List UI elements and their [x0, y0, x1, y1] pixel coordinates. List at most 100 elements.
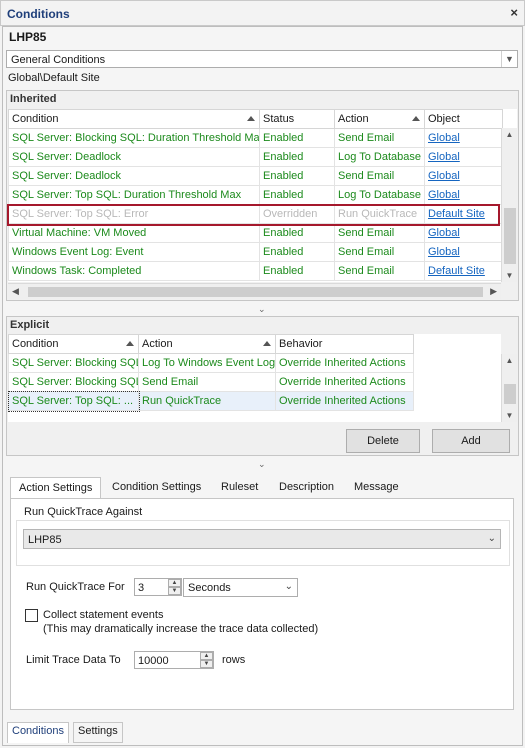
object-link[interactable]: Global [428, 151, 460, 163]
collect-events-checkbox[interactable] [25, 609, 38, 622]
object-link[interactable]: Global [428, 189, 460, 201]
run-against-value: LHP85 [28, 534, 62, 546]
tab-condition-settings[interactable]: Condition Settings [104, 478, 209, 496]
cell-status: Enabled [259, 185, 335, 205]
tab-ruleset[interactable]: Ruleset [213, 478, 266, 496]
cell-status: Enabled [259, 261, 335, 281]
spin-down-icon[interactable]: ▼ [200, 660, 213, 668]
chevron-down-icon[interactable]: ⌄ [488, 533, 496, 544]
run-for-unit-select[interactable]: Seconds ⌄ [183, 578, 298, 597]
explicit-col-behavior[interactable]: Behavior [275, 334, 414, 354]
cell-object: Global [424, 147, 503, 167]
tab-settings[interactable]: Settings [73, 722, 123, 743]
cell-object: Global [424, 242, 503, 262]
cell-object: Global [424, 223, 503, 243]
cell-condition: SQL Server: Blocking SQL [8, 372, 139, 392]
cell-behavior: Override Inherited Actions [275, 353, 414, 373]
cell-action: Send Email [334, 261, 425, 281]
object-link[interactable]: Global [428, 246, 460, 258]
run-for-label: Run QuickTrace For [26, 581, 125, 593]
table-row[interactable]: SQL Server: Blocking SQL Send Email Overri… [8, 372, 414, 392]
scroll-up-icon[interactable]: ▲ [502, 130, 517, 139]
scroll-left-icon[interactable]: ◀ [12, 286, 19, 297]
category-select[interactable]: General Conditions ▼ [6, 50, 518, 68]
table-row[interactable]: Virtual Machine: VM Moved Enabled Send Ema… [8, 223, 503, 243]
close-icon[interactable]: × [510, 5, 518, 20]
inherited-col-object[interactable]: Object [424, 109, 503, 129]
object-link[interactable]: Global [428, 227, 460, 239]
table-row[interactable]: Windows Task: Completed Enabled Send Email… [8, 261, 503, 281]
column-label: Status [263, 113, 295, 125]
inherited-vscrollbar[interactable]: ▲ ▼ [501, 128, 517, 282]
scroll-down-icon[interactable]: ▼ [502, 411, 517, 420]
explicit-vscrollbar[interactable]: ▲ ▼ [501, 354, 517, 422]
object-link[interactable]: Default Site [428, 265, 485, 277]
explicit-col-action[interactable]: Action [138, 334, 276, 354]
inherited-col-action[interactable]: Action [334, 109, 425, 129]
scroll-thumb[interactable] [504, 208, 516, 264]
chevron-down-icon[interactable]: ⌄ [285, 581, 293, 592]
scroll-right-icon[interactable]: ▶ [490, 286, 497, 297]
limit-unit: rows [222, 654, 246, 666]
cell-action: Log To Windows Event Log [138, 353, 276, 373]
splitter-grip-icon[interactable]: ⌄ [258, 304, 266, 315]
sort-up-icon [126, 341, 134, 346]
cell-object: Global [424, 166, 503, 186]
run-for-stepper[interactable]: 3 ▲ ▼ [134, 578, 182, 596]
table-row[interactable]: SQL Server: Deadlock Enabled Send Email Glo… [8, 166, 503, 186]
table-row[interactable]: SQL Server: Deadlock Enabled Log To Databa… [8, 147, 503, 167]
column-label: Condition [12, 113, 59, 125]
scroll-down-icon[interactable]: ▼ [502, 271, 517, 280]
cell-action: Log To Database [334, 147, 425, 167]
explicit-label: Explicit [10, 319, 50, 331]
collect-events-label: Collect statement events [43, 609, 164, 621]
table-row[interactable]: SQL Server: Top SQL: ... Run QuickTrace Ov… [8, 390, 414, 412]
delete-button[interactable]: Delete [346, 429, 420, 453]
add-button[interactable]: Add [432, 429, 510, 453]
cell-condition: SQL Server: Deadlock [8, 147, 260, 167]
cell-condition: SQL Server: Blocking SQL [8, 353, 139, 373]
table-row[interactable]: SQL Server: Top SQL: Duration Threshold … [8, 185, 503, 205]
inherited-col-status[interactable]: Status [259, 109, 335, 129]
explicit-col-condition[interactable]: Condition [8, 334, 139, 354]
sort-up-icon [263, 341, 271, 346]
sort-up-icon [412, 116, 420, 121]
spin-up-icon[interactable]: ▲ [168, 579, 181, 587]
cell-action: Log To Database [334, 185, 425, 205]
category-select-value: General Conditions [11, 54, 106, 66]
object-link[interactable]: Global [428, 170, 460, 182]
cell-behavior: Override Inherited Actions [275, 372, 414, 392]
column-label: Action [338, 113, 369, 125]
inherited-col-condition[interactable]: Condition [8, 109, 260, 129]
table-row[interactable]: SQL Server: Blocking SQL: Duration Thres… [8, 128, 503, 148]
table-row[interactable]: Windows Event Log: Event Enabled Send Emai… [8, 242, 503, 262]
explicit-header-row: Condition Action Behavior [8, 334, 414, 354]
cell-condition: SQL Server: Top SQL: Duration Threshold … [8, 185, 260, 205]
scroll-thumb[interactable] [28, 287, 483, 297]
inherited-label: Inherited [10, 93, 57, 105]
tab-action-settings[interactable]: Action Settings [10, 477, 102, 499]
object-link[interactable]: Global [428, 132, 460, 144]
run-for-value: 3 [138, 582, 145, 594]
limit-stepper[interactable]: 10000 ▲ ▼ [134, 651, 214, 669]
scroll-thumb[interactable] [504, 384, 516, 404]
chevron-down-icon[interactable]: ▼ [501, 51, 517, 67]
tab-conditions[interactable]: Conditions [7, 722, 69, 743]
table-row[interactable]: SQL Server: Blocking SQL Log To Windows E… [8, 353, 414, 373]
scroll-up-icon[interactable]: ▲ [502, 356, 517, 365]
cell-status: Enabled [259, 223, 335, 243]
tab-description[interactable]: Description [271, 478, 342, 496]
cell-status: Enabled [259, 147, 335, 167]
column-label: Object [428, 113, 460, 125]
cell-action: Send Email [334, 166, 425, 186]
limit-value: 10000 [138, 655, 169, 667]
run-against-select[interactable]: LHP85 ⌄ [23, 529, 501, 549]
spin-down-icon[interactable]: ▼ [168, 587, 181, 595]
splitter-grip-icon[interactable]: ⌄ [258, 459, 266, 470]
tab-message[interactable]: Message [346, 478, 407, 496]
spin-up-icon[interactable]: ▲ [200, 652, 213, 660]
cell-action: Send Email [334, 128, 425, 148]
inherited-hscrollbar[interactable]: ◀ ▶ [8, 283, 501, 299]
cell-condition: SQL Server: Top SQL: ... [8, 390, 140, 412]
cell-action: Send Email [334, 223, 425, 243]
